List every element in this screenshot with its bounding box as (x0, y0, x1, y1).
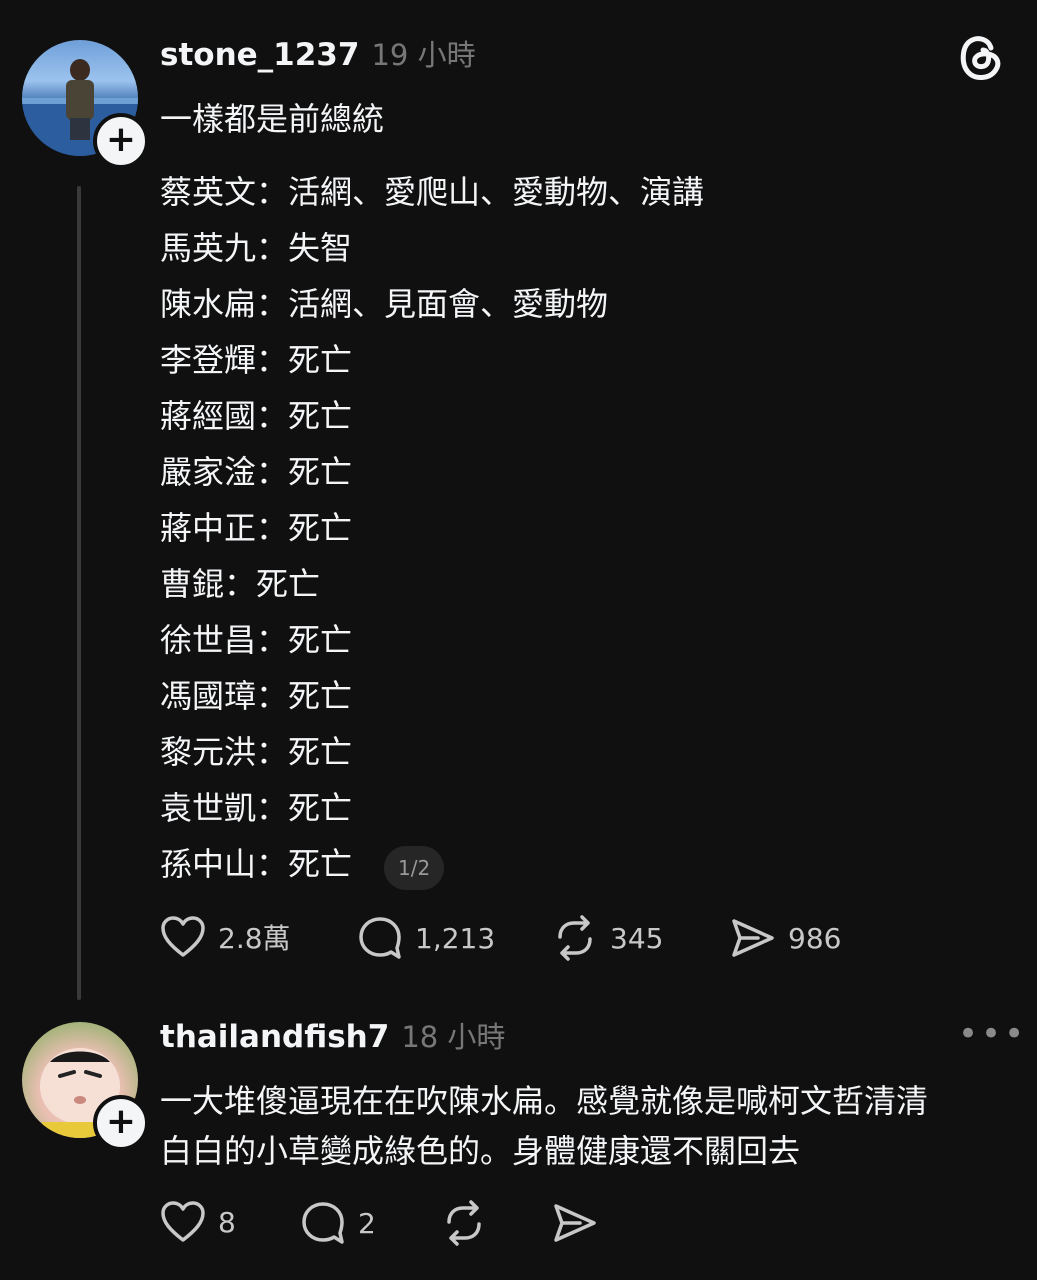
post-line: 陳水扁：活網、見面會、愛動物 (160, 285, 609, 323)
share-button[interactable]: 986 (730, 915, 841, 961)
reply-text: 白白的小草變成綠色的。身體健康還不關回去 (160, 1132, 801, 1170)
repost-button[interactable]: 345 (552, 915, 663, 961)
like-count: 2.8萬 (218, 922, 291, 955)
post-line: 蔣經國：死亡 (160, 397, 353, 435)
thread-connector-line (77, 186, 81, 1000)
comment-bubble-icon (302, 1202, 344, 1244)
repost-icon (447, 1200, 481, 1246)
page-counter: 1/2 (384, 846, 445, 890)
post-line: 馮國璋：死亡 (160, 677, 353, 715)
post-line: 蔡英文：活網、愛爬山、愛動物、演講 (160, 173, 705, 211)
follow-plus-icon[interactable]: + (93, 113, 149, 169)
follow-plus-icon[interactable]: + (93, 1095, 149, 1151)
threads-logo-icon[interactable] (956, 30, 1006, 82)
comment-count: 2 (358, 1206, 376, 1240)
timestamp: 18 小時 (401, 1020, 506, 1054)
post-line: 徐世昌：死亡 (160, 621, 353, 659)
send-icon (732, 919, 774, 957)
post-line: 曹錕：死亡 (160, 565, 321, 603)
username[interactable]: thailandfish7 (160, 1019, 389, 1055)
reply-text: 一大堆傻逼現在在吹陳水扁。感覺就像是喊柯文哲清清 (160, 1082, 929, 1120)
comment-bubble-icon (359, 917, 401, 959)
share-button[interactable] (552, 1200, 598, 1246)
like-button[interactable]: 2.8萬 (160, 915, 291, 959)
post-line: 馬英九：失智 (160, 229, 353, 267)
post-line: 黎元洪：死亡 (160, 733, 353, 771)
timestamp: 19 小時 (371, 38, 476, 72)
repost-button[interactable] (441, 1200, 487, 1246)
post-line: 蔣中正：死亡 (160, 509, 353, 547)
like-count: 8 (218, 1205, 236, 1239)
username[interactable]: stone_1237 (160, 37, 359, 73)
comment-button[interactable]: 1,213 (357, 915, 495, 961)
post-line: 李登輝：死亡 (160, 341, 353, 379)
like-button[interactable]: 8 (160, 1200, 236, 1244)
post-body: 蔡英文：活網、愛爬山、愛動物、演講 馬英九：失智 陳水扁：活網、見面會、愛動物 … (160, 164, 704, 892)
share-count: 986 (788, 921, 842, 955)
repost-count: 345 (610, 921, 664, 955)
post-line: 袁世凱：死亡 (160, 789, 353, 827)
post-headline: 一樣都是前總統 (160, 100, 385, 138)
more-options-icon[interactable]: ••• (958, 1014, 1027, 1054)
heart-icon (161, 916, 205, 957)
repost-icon (558, 915, 592, 961)
comment-count: 1,213 (415, 921, 496, 955)
comment-button[interactable]: 2 (300, 1200, 376, 1246)
heart-icon (161, 1201, 205, 1242)
send-icon (554, 1204, 596, 1242)
post-line: 嚴家淦：死亡 (160, 453, 353, 491)
